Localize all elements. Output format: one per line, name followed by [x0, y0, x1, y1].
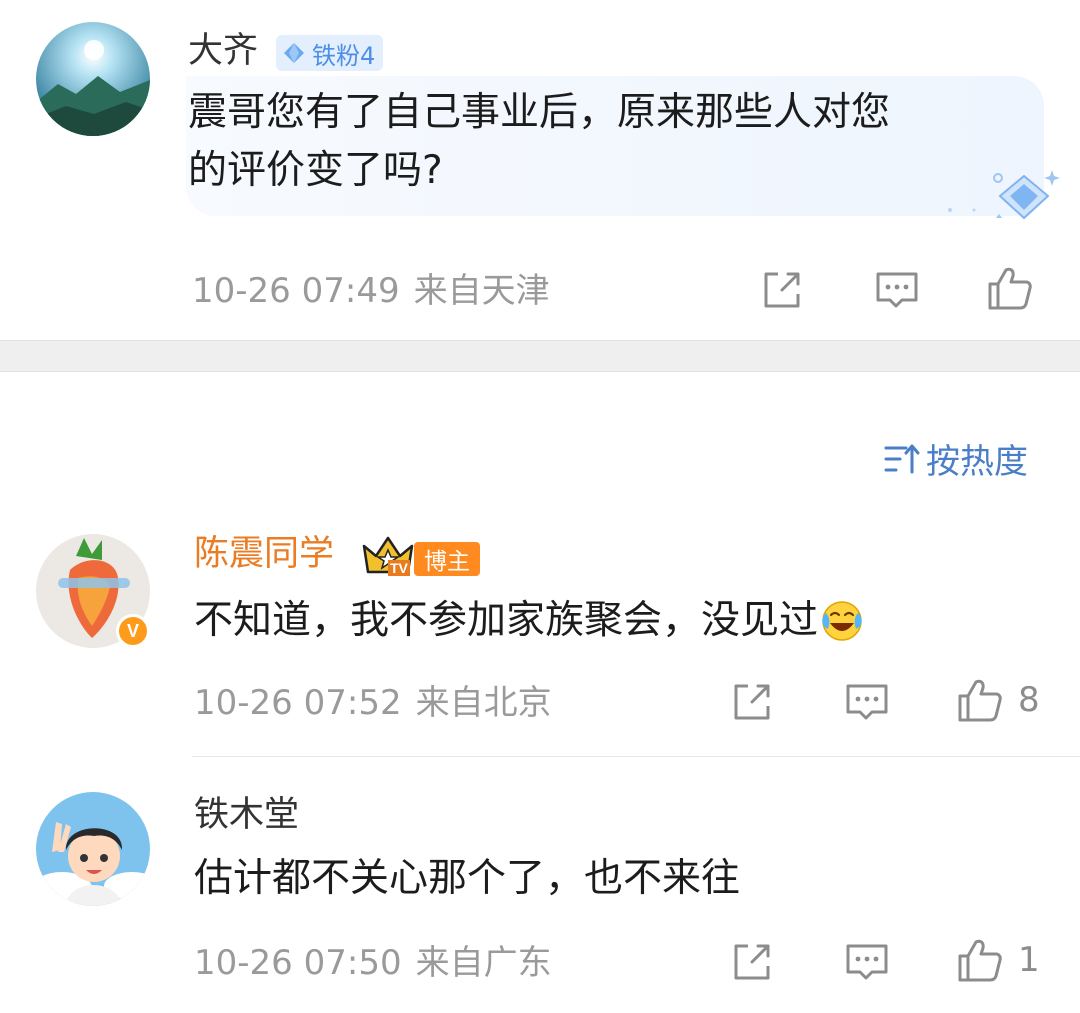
comment-icon	[846, 684, 888, 720]
sort-by-hot-button[interactable]: 按热度	[884, 434, 1028, 483]
reply2-share-button[interactable]	[730, 940, 774, 984]
sort-icon	[884, 444, 920, 473]
share-icon	[764, 272, 800, 308]
reply2-comment-button[interactable]	[844, 940, 890, 984]
location: 来自广东	[415, 943, 552, 983]
comment-button[interactable]	[874, 268, 920, 312]
laugh-cry-emoji	[822, 601, 862, 641]
section-divider	[0, 340, 1080, 372]
like-count: 1	[1018, 940, 1040, 980]
sort-label: 按热度	[926, 442, 1028, 482]
comment-icon	[846, 944, 888, 980]
share-button[interactable]	[760, 268, 804, 312]
like-icon	[988, 267, 1032, 310]
verified-label: V	[126, 621, 139, 641]
crown-badge: TV	[360, 532, 416, 580]
reply1-text: 不知道，我不参加家族聚会，没见过	[194, 596, 864, 646]
anime-boy-avatar-image	[36, 792, 150, 906]
reply1-text-content: 不知道，我不参加家族聚会，没见过	[194, 598, 819, 643]
like-icon	[958, 679, 1002, 722]
reply1-share-button[interactable]	[730, 680, 774, 724]
blogger-badge: 博主	[414, 542, 480, 576]
reply1-like-button[interactable]: 8	[956, 676, 1040, 724]
crown-label: TV	[388, 560, 410, 576]
reply2-like-button[interactable]: 1	[956, 936, 1040, 984]
top-comment-text-line2: 的评价变了吗?	[188, 148, 443, 193]
share-icon	[734, 684, 770, 720]
username-tiemutang[interactable]: 铁木堂	[194, 798, 299, 833]
reply2-meta: 10-26 07:50 来自广东	[194, 946, 552, 980]
username-daqi[interactable]: 大齐	[188, 34, 258, 69]
like-icon	[958, 939, 1002, 982]
fan-badge-label: 铁粉4	[312, 41, 376, 70]
top-comment-meta: 10-26 07:49 来自天津	[192, 274, 550, 308]
like-button[interactable]	[986, 264, 1034, 312]
reply1-comment-button[interactable]	[844, 680, 890, 724]
avatar-tiemutang[interactable]	[36, 792, 150, 906]
verified-badge: V	[116, 614, 150, 648]
comment-icon	[876, 272, 918, 308]
diamond-icon	[284, 43, 304, 63]
username-chenzhen[interactable]: 陈震同学	[194, 537, 334, 572]
sparkle-diamond-icon	[948, 170, 1060, 220]
landscape-avatar-image	[36, 22, 150, 136]
like-count: 8	[1018, 680, 1040, 720]
timestamp: 10-26 07:49	[192, 271, 400, 311]
timestamp: 10-26 07:50	[194, 943, 402, 983]
avatar-daqi[interactable]	[36, 22, 150, 136]
top-comment-text-line1: 震哥您有了自己事业后，原来那些人对您	[188, 90, 891, 135]
fan-badge[interactable]: 铁粉4	[276, 35, 384, 71]
location: 来自天津	[413, 271, 550, 311]
reply-separator	[192, 756, 1080, 757]
location: 来自北京	[415, 683, 552, 723]
reply1-meta: 10-26 07:52 来自北京	[194, 686, 552, 720]
timestamp: 10-26 07:52	[194, 683, 402, 723]
reply2-text: 估计都不关心那个了，也不来往	[194, 856, 741, 901]
share-icon	[734, 944, 770, 980]
